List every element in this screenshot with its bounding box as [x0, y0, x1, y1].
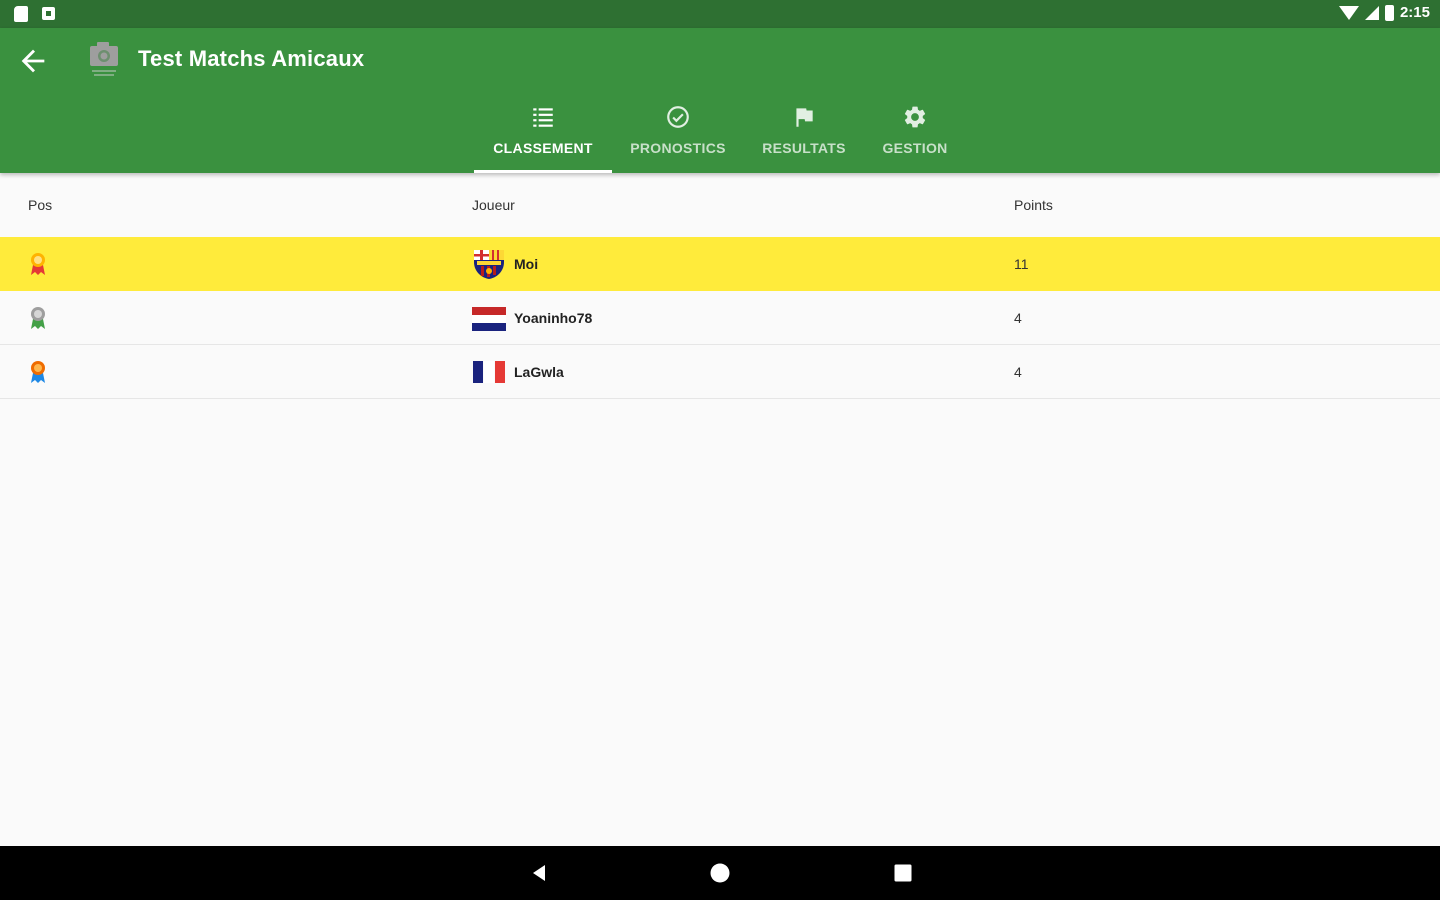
page-title: Test Matchs Amicaux [138, 46, 365, 71]
nav-recents-icon[interactable] [892, 862, 914, 884]
tab-resultats[interactable]: RESULTATS [744, 96, 864, 173]
ranking-table-header: Pos Joueur Points [0, 173, 1440, 237]
system-nav-bar [0, 846, 1440, 900]
column-header-pos: Pos [28, 197, 53, 213]
netherlands-flag-icon [472, 307, 506, 331]
column-header-player: Joueur [472, 197, 515, 213]
player-points: 4 [1014, 364, 1022, 380]
bronze-medal-icon [31, 361, 45, 383]
tab-label: RESULTATS [762, 140, 846, 156]
tab-gestion[interactable]: GESTION [864, 96, 966, 173]
battery-icon [1384, 4, 1394, 21]
table-row[interactable]: Yoaninho78 4 [0, 291, 1440, 345]
camera-icon [90, 42, 118, 76]
gear-icon [904, 106, 926, 128]
check-circle-icon [667, 106, 689, 128]
app-bar: Test Matchs Amicaux CLASSEMENT PRONOSTIC… [0, 28, 1440, 173]
player-points: 11 [1014, 256, 1029, 272]
back-button[interactable] [16, 44, 50, 78]
list-icon [533, 108, 553, 127]
nav-home-icon[interactable] [709, 862, 731, 884]
column-header-points: Points [1014, 197, 1053, 213]
france-flag-icon [473, 361, 505, 383]
status-time: 2:15 [1399, 4, 1430, 21]
status-bar: 2:15 [0, 0, 1440, 28]
player-name: Moi [514, 256, 539, 272]
tab-pronostics[interactable]: PRONOSTICS [612, 96, 744, 173]
nav-back-icon[interactable] [528, 862, 550, 884]
fc-barcelona-crest-icon [474, 250, 504, 279]
player-points: 4 [1014, 310, 1022, 326]
silver-medal-icon [31, 307, 45, 329]
gold-medal-icon [31, 253, 45, 275]
player-name: LaGwla [514, 364, 564, 380]
arrow-back-icon [21, 49, 45, 73]
status-system: 2:15 [1338, 4, 1430, 21]
sd-card-icon [14, 6, 28, 22]
tab-bar: CLASSEMENT PRONOSTICS RESULTATS GESTION [474, 96, 966, 173]
group-avatar[interactable] [86, 40, 122, 80]
tab-label: GESTION [882, 140, 948, 156]
player-name: Yoaninho78 [514, 310, 593, 326]
flag-icon [796, 108, 813, 127]
tab-label: CLASSEMENT [493, 140, 593, 156]
notification-icon [42, 7, 55, 20]
cell-signal-icon [1364, 5, 1379, 20]
tab-classement[interactable]: CLASSEMENT [474, 96, 612, 173]
table-row[interactable]: LaGwla 4 [0, 345, 1440, 399]
table-row[interactable]: Moi 11 [0, 237, 1440, 291]
wifi-icon [1338, 5, 1359, 20]
tab-label: PRONOSTICS [630, 140, 726, 156]
status-notifications [14, 6, 55, 22]
